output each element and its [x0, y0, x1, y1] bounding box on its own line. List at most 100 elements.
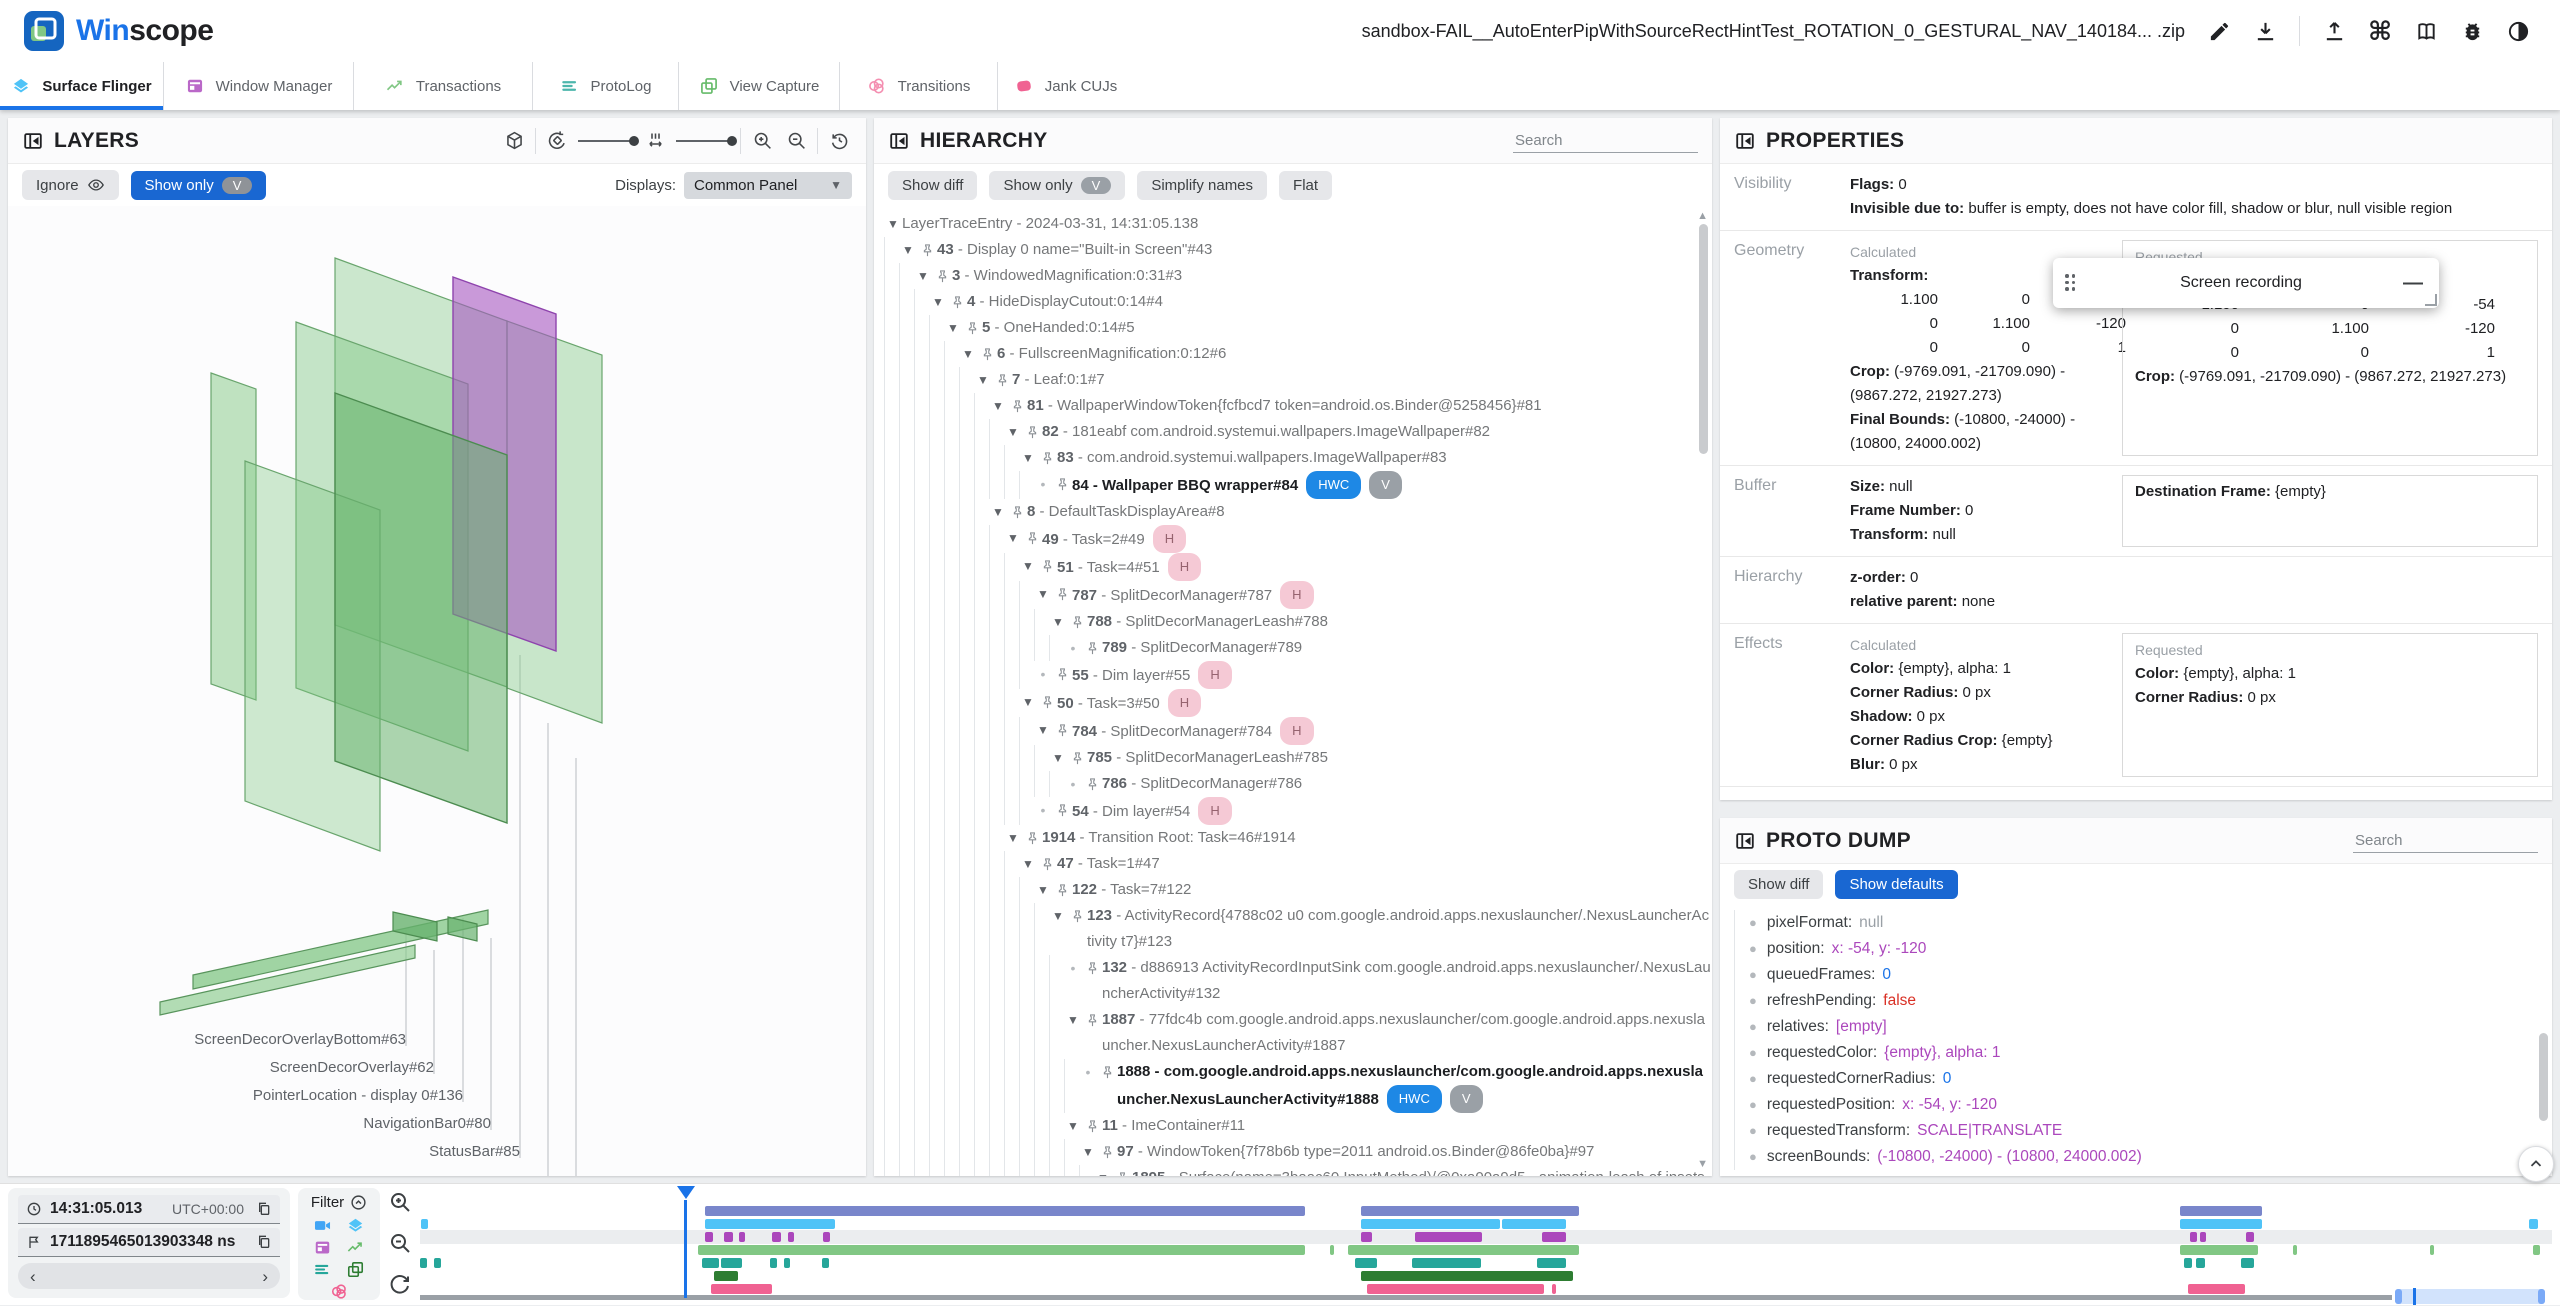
expand-arrow-icon[interactable]: ▼ — [1019, 851, 1037, 877]
hierarchy-search[interactable] — [1513, 128, 1698, 153]
trace-segment-screen-recording[interactable] — [1361, 1206, 1579, 1216]
tree-node-51[interactable]: ▼ 51 - Task=4#51 H — [884, 553, 1712, 581]
tree-node-1895[interactable]: ▼1895 - Surface(name=3baac60 InputMethod… — [884, 1165, 1712, 1176]
expand-arrow-icon[interactable]: ▼ — [1049, 745, 1067, 771]
screen-recording-icon[interactable] — [313, 1216, 332, 1235]
drag-handle-icon[interactable] — [2065, 274, 2083, 292]
pin-icon[interactable] — [1067, 609, 1087, 635]
tab-transactions[interactable]: Transactions — [354, 62, 533, 110]
trace-segment-view-capture[interactable] — [1361, 1271, 1573, 1281]
pin-icon[interactable] — [1067, 745, 1087, 771]
collapse-proto-dump-icon[interactable] — [1734, 830, 1756, 852]
trace-segment-transitions[interactable] — [1552, 1284, 1556, 1294]
reset-view-icon[interactable] — [826, 128, 852, 154]
bug-report-icon[interactable] — [2454, 13, 2490, 49]
expand-arrow-icon[interactable]: ▼ — [1094, 1165, 1112, 1176]
pin-icon[interactable] — [917, 237, 937, 263]
pin-icon[interactable] — [1022, 419, 1042, 445]
trace-segment-surface-flinger[interactable] — [2529, 1219, 2538, 1229]
trace-segment-transitions[interactable] — [2188, 1284, 2245, 1294]
tab-surface-flinger[interactable]: Surface Flinger — [0, 62, 164, 110]
tree-node-47[interactable]: ▼ 47 - Task=1#47 — [884, 851, 1712, 877]
show-diff-button[interactable]: Show diff — [888, 170, 978, 200]
trace-segment-transactions[interactable] — [2430, 1245, 2434, 1255]
tree-node-122[interactable]: ▼ 122 - Task=7#122 — [884, 877, 1712, 903]
trace-segment-surface-flinger[interactable] — [1361, 1219, 1500, 1229]
expand-arrow-icon[interactable]: ▼ — [929, 289, 947, 315]
pin-icon[interactable] — [1082, 1113, 1102, 1139]
expand-arrow-icon[interactable]: ▼ — [914, 263, 932, 289]
documentation-icon[interactable] — [2408, 13, 2444, 49]
trace-segment-window-manager[interactable] — [705, 1232, 713, 1242]
trace-segment-protolog[interactable] — [822, 1258, 829, 1268]
trace-segment-protolog[interactable] — [1537, 1258, 1566, 1268]
proto-row-pixelFormat[interactable]: ● pixelFormat: null — [1749, 910, 2538, 936]
tree-node-6[interactable]: ▼ 6 - FullscreenMagnification:0:12#6 — [884, 341, 1712, 367]
hierarchy-scrollbar[interactable] — [1699, 224, 1708, 454]
pin-icon[interactable] — [1052, 877, 1072, 903]
trace-segment-transactions[interactable] — [1330, 1245, 1334, 1255]
pin-icon[interactable] — [1037, 553, 1057, 579]
trace-segment-window-manager[interactable] — [1361, 1232, 1372, 1242]
pin-icon[interactable] — [1052, 797, 1072, 823]
scroll-down-icon[interactable]: ▼ — [1697, 1158, 1708, 1170]
expand-arrow-icon[interactable]: ▼ — [989, 499, 1007, 525]
layers-3d-view[interactable]: ScreenDecorOverlayBottom#63 ScreenDecorOv… — [8, 206, 866, 1176]
proto-dump-scrollbar[interactable] — [2539, 1033, 2548, 1121]
pin-icon[interactable] — [1052, 717, 1072, 743]
edit-icon[interactable] — [2201, 13, 2237, 49]
trace-segment-window-manager[interactable] — [1415, 1232, 1482, 1242]
tree-node-81[interactable]: ▼ 81 - WallpaperWindowToken{fcfbcd7 token… — [884, 393, 1712, 419]
pin-icon[interactable] — [1067, 903, 1087, 929]
trace-segment-protolog[interactable] — [1355, 1258, 1377, 1268]
timeline-zoom-in-icon[interactable] — [388, 1190, 412, 1214]
tree-node-789[interactable]: • 789 - SplitDecorManager#789 — [884, 635, 1712, 661]
pin-icon[interactable] — [1052, 661, 1072, 687]
tree-node-82[interactable]: ▼ 82 - 181eabf com.android.systemui.wallp… — [884, 419, 1712, 445]
trace-segment-protolog[interactable] — [2196, 1258, 2205, 1268]
resize-handle[interactable] — [2425, 294, 2437, 306]
proto-row-requestedTransform[interactable]: ● requestedTransform: SCALE|TRANSLATE — [1749, 1118, 2538, 1144]
tree-node-97[interactable]: ▼ 97 - WindowToken{7f78b6b type=2011 andr… — [884, 1139, 1712, 1165]
pin-icon[interactable] — [1052, 581, 1072, 607]
expand-arrow-icon[interactable]: ▼ — [959, 341, 977, 367]
trace-segment-protolog[interactable] — [784, 1258, 790, 1268]
trace-segment-window-manager[interactable] — [2246, 1232, 2254, 1242]
expand-arrow-icon[interactable]: ▼ — [1019, 553, 1037, 579]
tree-node-root[interactable]: ▼ LayerTraceEntry - 2024-03-31, 14:31:05.… — [884, 211, 1712, 237]
trace-segment-window-manager[interactable] — [2200, 1232, 2206, 1242]
pin-icon[interactable] — [1007, 499, 1027, 525]
expand-arrow-icon[interactable]: ▼ — [989, 393, 1007, 419]
selection-right-handle[interactable] — [2538, 1289, 2545, 1304]
pin-icon[interactable] — [1022, 525, 1042, 551]
trace-segment-protolog[interactable] — [721, 1258, 742, 1268]
hierarchy-search-input[interactable] — [1513, 128, 1698, 152]
expand-timeline-button[interactable] — [2518, 1146, 2554, 1182]
selection-left-handle[interactable] — [2395, 1289, 2402, 1304]
expand-arrow-icon[interactable]: ▼ — [1019, 689, 1037, 715]
expand-arrow-icon[interactable]: ▼ — [1064, 1007, 1082, 1033]
collapse-hierarchy-panel-icon[interactable] — [888, 130, 910, 152]
tree-node-55[interactable]: • 55 - Dim layer#55 H — [884, 661, 1712, 689]
pin-icon[interactable] — [1082, 771, 1102, 797]
tree-node-50[interactable]: ▼ 50 - Task=3#50 H — [884, 689, 1712, 717]
copy-nanos-icon[interactable] — [256, 1234, 272, 1250]
trace-segment-transitions[interactable] — [1367, 1284, 1544, 1294]
simplify-names-button[interactable]: Simplify names — [1137, 170, 1268, 200]
expand-arrow-icon[interactable]: ▼ — [944, 315, 962, 341]
trace-segment-protolog[interactable] — [2241, 1258, 2254, 1268]
rotate-3d-icon[interactable] — [544, 128, 570, 154]
tree-node-785[interactable]: ▼ 785 - SplitDecorManagerLeash#785 — [884, 745, 1712, 771]
pin-icon[interactable] — [1037, 851, 1057, 877]
proto-dump-search[interactable] — [2353, 828, 2538, 853]
timeline-overview-track[interactable] — [420, 1295, 2392, 1300]
trace-segment-screen-recording[interactable] — [2180, 1206, 2262, 1216]
dark-mode-icon[interactable] — [2500, 13, 2536, 49]
tree-node-83[interactable]: ▼ 83 - com.android.systemui.wallpapers.Im… — [884, 445, 1712, 471]
tab-protolog[interactable]: ProtoLog — [533, 62, 679, 110]
next-frame-button[interactable]: › — [262, 1268, 268, 1285]
trace-segment-protolog[interactable] — [1412, 1258, 1481, 1268]
copy-time-icon[interactable] — [256, 1201, 272, 1217]
tree-node-7[interactable]: ▼ 7 - Leaf:0:1#7 — [884, 367, 1712, 393]
timeline-zoom-selection[interactable] — [2395, 1288, 2545, 1305]
